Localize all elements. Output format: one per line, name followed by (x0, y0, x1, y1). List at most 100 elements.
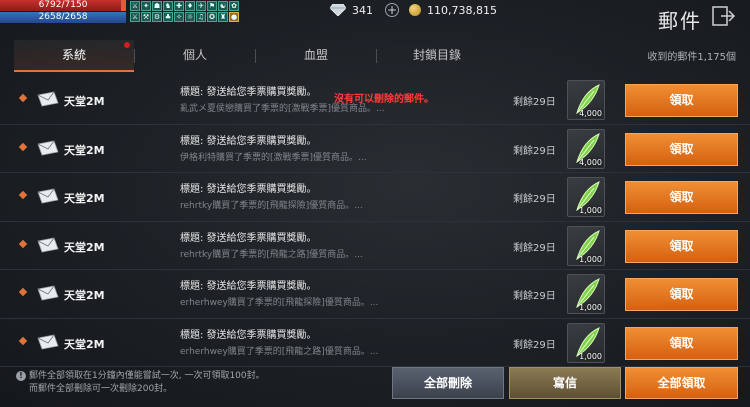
buff-icon[interactable]: ♦ (185, 1, 195, 11)
mail-tabs: 系統 個人 血盟 封鎖目錄 (14, 40, 497, 72)
mail-row[interactable]: 天堂2M 標題: 發送給您季票購買獎勵。 erherhwey購買了季票的[飛龍探… (0, 270, 750, 319)
mail-sender: 天堂2M (64, 289, 105, 302)
tab-system[interactable]: 系統 (14, 40, 134, 72)
mail-remaining-days: 剩餘29日 (513, 97, 556, 108)
mail-body-preview: rehrtky購買了季票的[飛龍之路]優質商品。... (180, 249, 363, 260)
mail-row[interactable]: 天堂2M 標題: 發送給您季票購買獎勵。 伊格利特購買了季票的[激戰季票]優質商… (0, 125, 750, 173)
mail-sender: 天堂2M (64, 337, 105, 351)
mail-sender: 天堂2M (64, 192, 105, 205)
mail-envelope-icon (37, 285, 59, 301)
currency-bar: 341 + 110,738,815 (330, 3, 497, 17)
mail-body-preview: rehrtky購買了季票的[飛龍探險]優質商品。... (180, 201, 363, 211)
buff-icon[interactable]: ♞ (163, 1, 173, 11)
reward-quantity: 4,000 (579, 157, 602, 167)
mail-remaining-days: 剩餘29日 (513, 291, 556, 302)
mail-sender: 天堂2M (64, 240, 105, 254)
reward-item-slot[interactable]: 1,000 (567, 322, 605, 363)
claim-button[interactable]: 領取 (625, 132, 738, 166)
buff-icon[interactable]: ✧ (174, 12, 184, 22)
delete-all-button[interactable]: 全部刪除 (392, 367, 504, 399)
buff-icon[interactable]: ✈ (196, 1, 206, 11)
tab-clan[interactable]: 血盟 (256, 40, 376, 72)
mail-sender: 天堂2M (64, 143, 105, 157)
buff-icon[interactable]: ✪ (207, 12, 217, 22)
mail-body-preview: 伊格利特購買了季票的[激戰季票]優質商品。... (180, 152, 367, 163)
hp-value: 6792/7150 (38, 0, 88, 10)
buff-icon[interactable]: ☯ (218, 1, 228, 11)
mail-remaining-days: 剩餘29日 (513, 145, 556, 157)
mail-remaining-days: 剩餘29日 (513, 194, 556, 205)
buff-icon[interactable]: ⚒ (141, 12, 151, 22)
mail-row[interactable]: 天堂2M 標題: 發送給您季票購買獎勵。 rehrtky購買了季票的[飛龍探險]… (0, 173, 750, 222)
hp-cap (121, 0, 126, 11)
mail-list[interactable]: 天堂2M 標題: 發送給您季票購買獎勵。 亂武メ夏侯戀購買了季票的[激戰季票]優… (0, 76, 750, 367)
claim-button[interactable]: 領取 (625, 326, 738, 360)
claim-button[interactable]: 領取 (625, 278, 738, 311)
buff-icon[interactable]: ♣ (163, 12, 173, 22)
buff-icon[interactable]: ✚ (174, 1, 184, 11)
buff-icon[interactable]: ✿ (229, 1, 239, 11)
unread-bullet (18, 93, 28, 103)
claim-all-button[interactable]: 全部領取 (625, 367, 738, 399)
buff-icons[interactable]: ⚔ ✦ ☗ ♞ ✚ ♦ ✈ ⚑ ☯ ✿ ⚔ ⚒ ⚙ ♣ ✧ ☼ ♫ ✪ ♜ ● (130, 1, 239, 22)
tab-system-label: 系統 (61, 48, 86, 62)
reward-item-slot[interactable]: 1,000 (567, 225, 605, 266)
mail-subject: 標題: 發送給您季票購買獎勵。 (180, 232, 317, 244)
mail-body-preview: erherhwey購買了季票的[飛龍之路]優質商品。... (180, 346, 379, 357)
mail-subject: 標題: 發送給您季票購買獎勵。 (180, 281, 317, 292)
mail-sender: 天堂2M (64, 95, 105, 108)
mail-row[interactable]: 天堂2M 標題: 發送給您季票購買獎勵。 rehrtky購買了季票的[飛龍之路]… (0, 222, 750, 270)
note-line-2: 而郵件全部刪除可一次刪除200封。 (29, 384, 173, 394)
note-line-1: 郵件全部領取在1分鐘內僅能嘗試一次, 一次可領取100封。 (29, 371, 265, 381)
tab-blocklist[interactable]: 封鎖目錄 (377, 40, 497, 72)
buff-icon[interactable]: ☗ (152, 1, 162, 11)
buff-icon[interactable]: ♜ (218, 12, 228, 22)
write-mail-button[interactable]: 寫信 (509, 367, 621, 399)
reward-quantity: 1,000 (579, 254, 602, 264)
hp-bar: 6792/7150 (0, 0, 126, 11)
buff-icon[interactable]: ⚑ (207, 1, 217, 11)
mail-envelope-icon (37, 334, 59, 349)
info-icon: ! (16, 371, 26, 381)
mail-envelope-icon (37, 140, 59, 155)
buff-icon[interactable]: ⚔ (130, 12, 140, 22)
tab-personal[interactable]: 個人 (135, 40, 255, 72)
diamond-icon (330, 4, 346, 16)
claim-button[interactable]: 領取 (625, 181, 738, 214)
unread-bullet (18, 190, 28, 200)
reward-item-slot[interactable]: 4,000 (567, 80, 605, 120)
mail-remaining-days: 剩餘29日 (513, 242, 556, 254)
reward-item-slot[interactable]: 4,000 (567, 128, 605, 169)
reward-quantity: 1,000 (579, 303, 602, 312)
mail-subject: 標題: 發送給您季票購買獎勵。 (180, 87, 317, 98)
unread-bullet (18, 239, 28, 248)
exit-icon[interactable] (712, 6, 736, 26)
buff-icon[interactable]: ♫ (196, 12, 206, 22)
mail-remaining-days: 剩餘29日 (513, 339, 556, 351)
buff-icon[interactable]: ☼ (185, 12, 195, 22)
claim-button[interactable]: 領取 (625, 229, 738, 263)
reward-quantity: 1,000 (579, 206, 602, 215)
buff-icon[interactable]: ✦ (141, 1, 151, 11)
buff-icon[interactable]: ⚔ (130, 1, 140, 11)
mail-envelope-icon (37, 188, 59, 204)
mail-subject: 標題: 發送給您季票購買獎勵。 (180, 184, 317, 195)
claim-button[interactable]: 領取 (625, 84, 738, 117)
tab-blocklist-label: 封鎖目錄 (412, 48, 461, 62)
footer-note: ! 郵件全部領取在1分鐘內僅能嘗試一次, 一次可領取100封。 而郵件全部刪除可一… (16, 370, 265, 396)
mail-count: 收到的郵件1,175個 (647, 52, 736, 63)
mp-bar: 2658/2658 (0, 12, 126, 23)
reward-item-slot[interactable]: 1,000 (567, 274, 605, 314)
mail-envelope-icon (37, 91, 59, 107)
buff-icon[interactable]: ⚙ (152, 12, 162, 22)
unread-bullet (18, 336, 28, 345)
buff-icon[interactable]: ● (229, 12, 239, 22)
tab-clan-label: 血盟 (303, 48, 328, 62)
notification-dot (124, 42, 130, 48)
reward-quantity: 4,000 (579, 109, 602, 118)
reward-item-slot[interactable]: 1,000 (567, 177, 605, 217)
add-diamond-icon[interactable]: + (385, 3, 399, 17)
mail-subject: 標題: 發送給您季票購買獎勵。 (180, 135, 317, 147)
gold-count: 110,738,815 (427, 3, 497, 17)
player-bars: 6792/7150 2658/2658 (0, 0, 126, 23)
